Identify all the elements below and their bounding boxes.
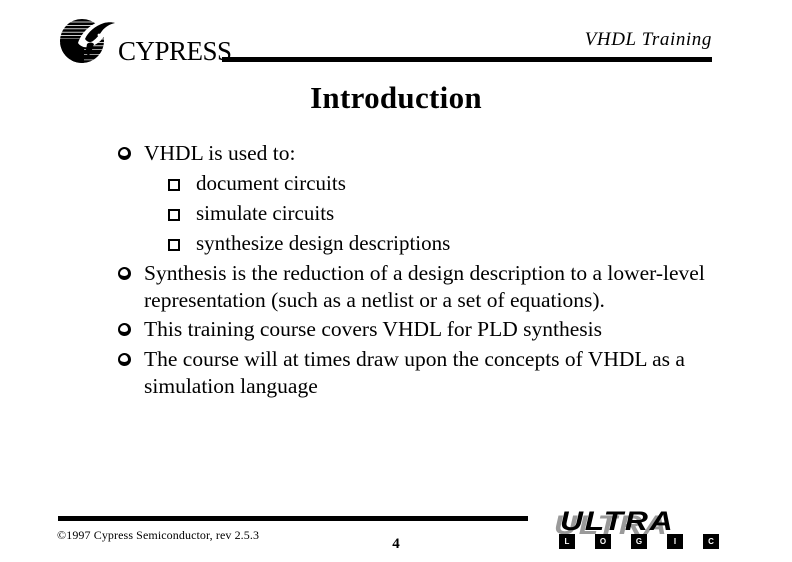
shadowed-circle-bullet-icon (112, 316, 144, 344)
ultra-logic-logo: ULTRA ULTRA L O G I C (551, 505, 721, 557)
ultra-wordmark-face: ULTRA (560, 506, 675, 536)
bullet-item: The course will at times draw upon the c… (112, 346, 712, 400)
bullet-text: VHDL is used to: (144, 141, 296, 165)
shadowed-circle-bullet-icon (112, 346, 144, 374)
page-title: Introduction (310, 80, 482, 115)
bullet-item: synthesize design descriptions (160, 230, 712, 258)
shadowed-circle-bullet-icon (112, 140, 144, 168)
cypress-wordmark: CYPRESS (118, 36, 232, 66)
logic-letter-cell: O (595, 534, 611, 549)
header-title: VHDL Training (584, 29, 712, 50)
logic-letters: L O G I C (559, 534, 719, 549)
logic-letter-cell: C (703, 534, 719, 549)
bullet-text: document circuits (196, 171, 346, 195)
slide-body: VHDL is used to: document circuits simul… (112, 140, 712, 402)
logic-letter-cell: L (559, 534, 575, 549)
bullet-item: document circuits (160, 170, 712, 198)
cypress-globe-icon (60, 19, 120, 63)
shadowed-square-bullet-icon (160, 230, 196, 258)
bullet-text: This training course covers VHDL for PLD… (144, 317, 602, 341)
bullet-text: Synthesis is the reduction of a design d… (144, 261, 705, 312)
ultra-wordmark: ULTRA ULTRA (551, 505, 721, 540)
bullet-item: This training course covers VHDL for PLD… (112, 316, 712, 344)
slide-header: CYPRESS VHDL Training (0, 0, 792, 72)
shadowed-square-bullet-icon (160, 170, 196, 198)
bullet-item: Synthesis is the reduction of a design d… (112, 260, 712, 314)
shadowed-circle-bullet-icon (112, 260, 144, 288)
bullet-text: The course will at times draw upon the c… (144, 347, 685, 398)
bullet-item: VHDL is used to: (112, 140, 712, 168)
cypress-logo: CYPRESS (52, 17, 232, 67)
logic-letter-cell: I (667, 534, 683, 549)
logic-letter-cell: G (631, 534, 647, 549)
header-divider (222, 57, 712, 62)
bullet-text: synthesize design descriptions (196, 231, 451, 255)
footer-divider (58, 516, 528, 521)
shadowed-square-bullet-icon (160, 200, 196, 228)
bullet-item: simulate circuits (160, 200, 712, 228)
bullet-text: simulate circuits (196, 201, 335, 225)
